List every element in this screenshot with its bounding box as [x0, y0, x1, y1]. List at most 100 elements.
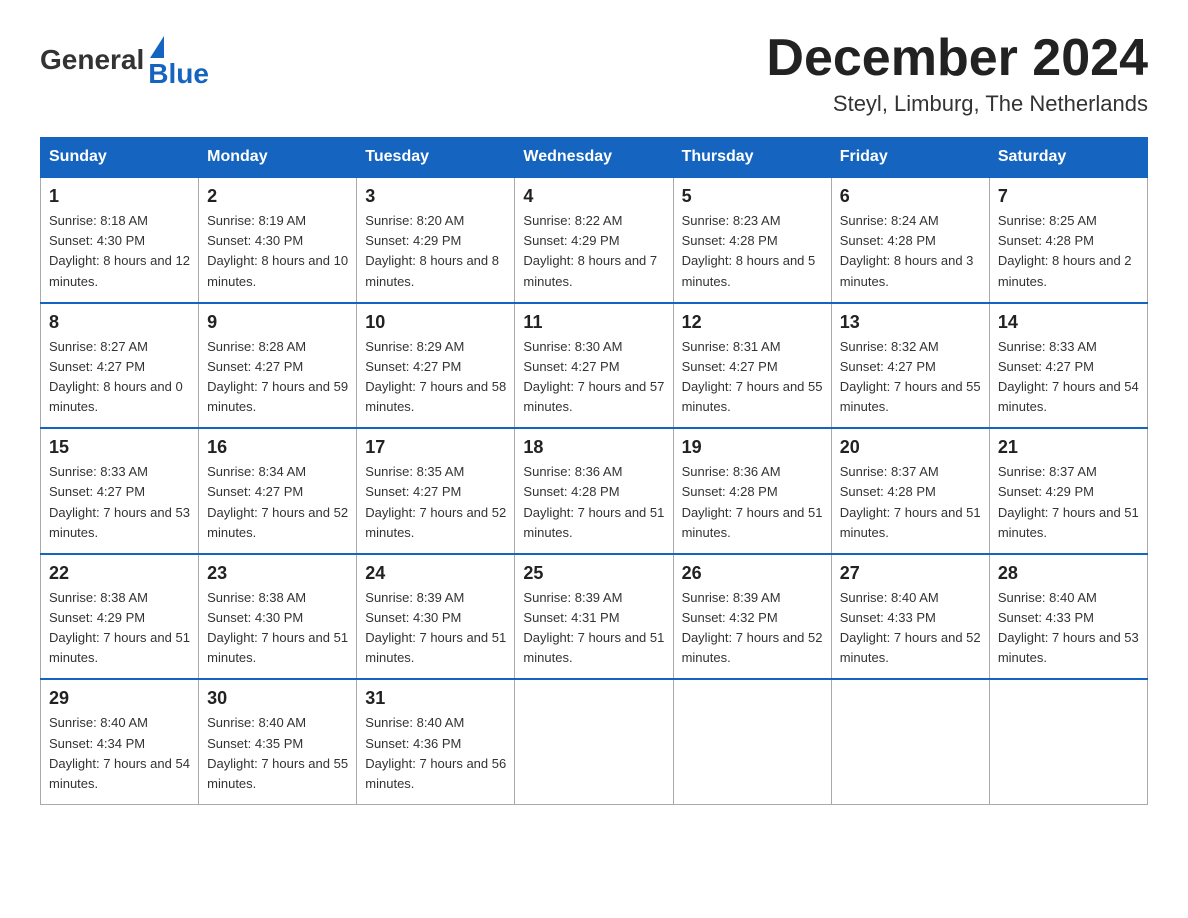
day-number: 30 — [207, 688, 348, 709]
day-info: Sunrise: 8:28 AMSunset: 4:27 PMDaylight:… — [207, 337, 348, 418]
day-info: Sunrise: 8:40 AMSunset: 4:33 PMDaylight:… — [998, 588, 1139, 669]
day-info: Sunrise: 8:40 AMSunset: 4:34 PMDaylight:… — [49, 713, 190, 794]
day-number: 2 — [207, 186, 348, 207]
day-number: 10 — [365, 312, 506, 333]
day-info: Sunrise: 8:18 AMSunset: 4:30 PMDaylight:… — [49, 211, 190, 292]
logo-text-blue: Blue — [148, 58, 209, 90]
calendar-week-row: 22 Sunrise: 8:38 AMSunset: 4:29 PMDaylig… — [41, 554, 1148, 680]
table-row: 8 Sunrise: 8:27 AMSunset: 4:27 PMDayligh… — [41, 303, 199, 429]
table-row: 28 Sunrise: 8:40 AMSunset: 4:33 PMDaylig… — [989, 554, 1147, 680]
table-row — [673, 679, 831, 804]
day-info: Sunrise: 8:25 AMSunset: 4:28 PMDaylight:… — [998, 211, 1139, 292]
day-number: 5 — [682, 186, 823, 207]
day-number: 28 — [998, 563, 1139, 584]
day-info: Sunrise: 8:38 AMSunset: 4:30 PMDaylight:… — [207, 588, 348, 669]
table-row: 6 Sunrise: 8:24 AMSunset: 4:28 PMDayligh… — [831, 177, 989, 303]
day-info: Sunrise: 8:37 AMSunset: 4:29 PMDaylight:… — [998, 462, 1139, 543]
table-row: 14 Sunrise: 8:33 AMSunset: 4:27 PMDaylig… — [989, 303, 1147, 429]
day-number: 1 — [49, 186, 190, 207]
day-number: 9 — [207, 312, 348, 333]
table-row — [515, 679, 673, 804]
table-row: 30 Sunrise: 8:40 AMSunset: 4:35 PMDaylig… — [199, 679, 357, 804]
day-info: Sunrise: 8:36 AMSunset: 4:28 PMDaylight:… — [523, 462, 664, 543]
day-number: 11 — [523, 312, 664, 333]
day-info: Sunrise: 8:39 AMSunset: 4:32 PMDaylight:… — [682, 588, 823, 669]
calendar-week-row: 15 Sunrise: 8:33 AMSunset: 4:27 PMDaylig… — [41, 428, 1148, 554]
day-info: Sunrise: 8:40 AMSunset: 4:35 PMDaylight:… — [207, 713, 348, 794]
day-info: Sunrise: 8:31 AMSunset: 4:27 PMDaylight:… — [682, 337, 823, 418]
day-info: Sunrise: 8:27 AMSunset: 4:27 PMDaylight:… — [49, 337, 190, 418]
table-row: 11 Sunrise: 8:30 AMSunset: 4:27 PMDaylig… — [515, 303, 673, 429]
table-row: 9 Sunrise: 8:28 AMSunset: 4:27 PMDayligh… — [199, 303, 357, 429]
calendar-week-row: 8 Sunrise: 8:27 AMSunset: 4:27 PMDayligh… — [41, 303, 1148, 429]
day-info: Sunrise: 8:29 AMSunset: 4:27 PMDaylight:… — [365, 337, 506, 418]
table-row: 25 Sunrise: 8:39 AMSunset: 4:31 PMDaylig… — [515, 554, 673, 680]
col-tuesday: Tuesday — [357, 138, 515, 178]
table-row: 2 Sunrise: 8:19 AMSunset: 4:30 PMDayligh… — [199, 177, 357, 303]
table-row: 17 Sunrise: 8:35 AMSunset: 4:27 PMDaylig… — [357, 428, 515, 554]
table-row: 4 Sunrise: 8:22 AMSunset: 4:29 PMDayligh… — [515, 177, 673, 303]
table-row: 7 Sunrise: 8:25 AMSunset: 4:28 PMDayligh… — [989, 177, 1147, 303]
calendar-week-row: 29 Sunrise: 8:40 AMSunset: 4:34 PMDaylig… — [41, 679, 1148, 804]
day-info: Sunrise: 8:19 AMSunset: 4:30 PMDaylight:… — [207, 211, 348, 292]
logo-triangle-icon — [150, 36, 164, 58]
col-thursday: Thursday — [673, 138, 831, 178]
table-row: 21 Sunrise: 8:37 AMSunset: 4:29 PMDaylig… — [989, 428, 1147, 554]
table-row: 1 Sunrise: 8:18 AMSunset: 4:30 PMDayligh… — [41, 177, 199, 303]
day-info: Sunrise: 8:32 AMSunset: 4:27 PMDaylight:… — [840, 337, 981, 418]
col-wednesday: Wednesday — [515, 138, 673, 178]
day-number: 7 — [998, 186, 1139, 207]
col-monday: Monday — [199, 138, 357, 178]
day-number: 17 — [365, 437, 506, 458]
day-number: 26 — [682, 563, 823, 584]
day-info: Sunrise: 8:40 AMSunset: 4:36 PMDaylight:… — [365, 713, 506, 794]
table-row: 13 Sunrise: 8:32 AMSunset: 4:27 PMDaylig… — [831, 303, 989, 429]
day-number: 29 — [49, 688, 190, 709]
day-info: Sunrise: 8:39 AMSunset: 4:31 PMDaylight:… — [523, 588, 664, 669]
table-row: 26 Sunrise: 8:39 AMSunset: 4:32 PMDaylig… — [673, 554, 831, 680]
day-number: 27 — [840, 563, 981, 584]
day-info: Sunrise: 8:24 AMSunset: 4:28 PMDaylight:… — [840, 211, 981, 292]
table-row: 15 Sunrise: 8:33 AMSunset: 4:27 PMDaylig… — [41, 428, 199, 554]
page-header: General Blue December 2024 Steyl, Limbur… — [40, 30, 1148, 117]
day-number: 8 — [49, 312, 190, 333]
location-subtitle: Steyl, Limburg, The Netherlands — [766, 91, 1148, 117]
day-info: Sunrise: 8:23 AMSunset: 4:28 PMDaylight:… — [682, 211, 823, 292]
table-row: 19 Sunrise: 8:36 AMSunset: 4:28 PMDaylig… — [673, 428, 831, 554]
table-row: 3 Sunrise: 8:20 AMSunset: 4:29 PMDayligh… — [357, 177, 515, 303]
day-info: Sunrise: 8:33 AMSunset: 4:27 PMDaylight:… — [49, 462, 190, 543]
col-sunday: Sunday — [41, 138, 199, 178]
table-row: 27 Sunrise: 8:40 AMSunset: 4:33 PMDaylig… — [831, 554, 989, 680]
day-info: Sunrise: 8:20 AMSunset: 4:29 PMDaylight:… — [365, 211, 506, 292]
month-year-title: December 2024 — [766, 30, 1148, 87]
day-number: 24 — [365, 563, 506, 584]
table-row: 18 Sunrise: 8:36 AMSunset: 4:28 PMDaylig… — [515, 428, 673, 554]
table-row: 20 Sunrise: 8:37 AMSunset: 4:28 PMDaylig… — [831, 428, 989, 554]
day-number: 18 — [523, 437, 664, 458]
day-number: 22 — [49, 563, 190, 584]
col-friday: Friday — [831, 138, 989, 178]
day-info: Sunrise: 8:22 AMSunset: 4:29 PMDaylight:… — [523, 211, 664, 292]
day-number: 14 — [998, 312, 1139, 333]
day-number: 15 — [49, 437, 190, 458]
day-number: 19 — [682, 437, 823, 458]
day-number: 23 — [207, 563, 348, 584]
table-row: 24 Sunrise: 8:39 AMSunset: 4:30 PMDaylig… — [357, 554, 515, 680]
table-row: 31 Sunrise: 8:40 AMSunset: 4:36 PMDaylig… — [357, 679, 515, 804]
day-info: Sunrise: 8:39 AMSunset: 4:30 PMDaylight:… — [365, 588, 506, 669]
day-number: 12 — [682, 312, 823, 333]
day-number: 25 — [523, 563, 664, 584]
day-info: Sunrise: 8:35 AMSunset: 4:27 PMDaylight:… — [365, 462, 506, 543]
table-row: 22 Sunrise: 8:38 AMSunset: 4:29 PMDaylig… — [41, 554, 199, 680]
day-number: 3 — [365, 186, 506, 207]
table-row: 12 Sunrise: 8:31 AMSunset: 4:27 PMDaylig… — [673, 303, 831, 429]
title-area: December 2024 Steyl, Limburg, The Nether… — [766, 30, 1148, 117]
logo: General Blue — [40, 30, 209, 90]
table-row: 29 Sunrise: 8:40 AMSunset: 4:34 PMDaylig… — [41, 679, 199, 804]
calendar-week-row: 1 Sunrise: 8:18 AMSunset: 4:30 PMDayligh… — [41, 177, 1148, 303]
day-info: Sunrise: 8:33 AMSunset: 4:27 PMDaylight:… — [998, 337, 1139, 418]
day-info: Sunrise: 8:37 AMSunset: 4:28 PMDaylight:… — [840, 462, 981, 543]
day-number: 21 — [998, 437, 1139, 458]
day-number: 31 — [365, 688, 506, 709]
calendar-table: Sunday Monday Tuesday Wednesday Thursday… — [40, 137, 1148, 805]
